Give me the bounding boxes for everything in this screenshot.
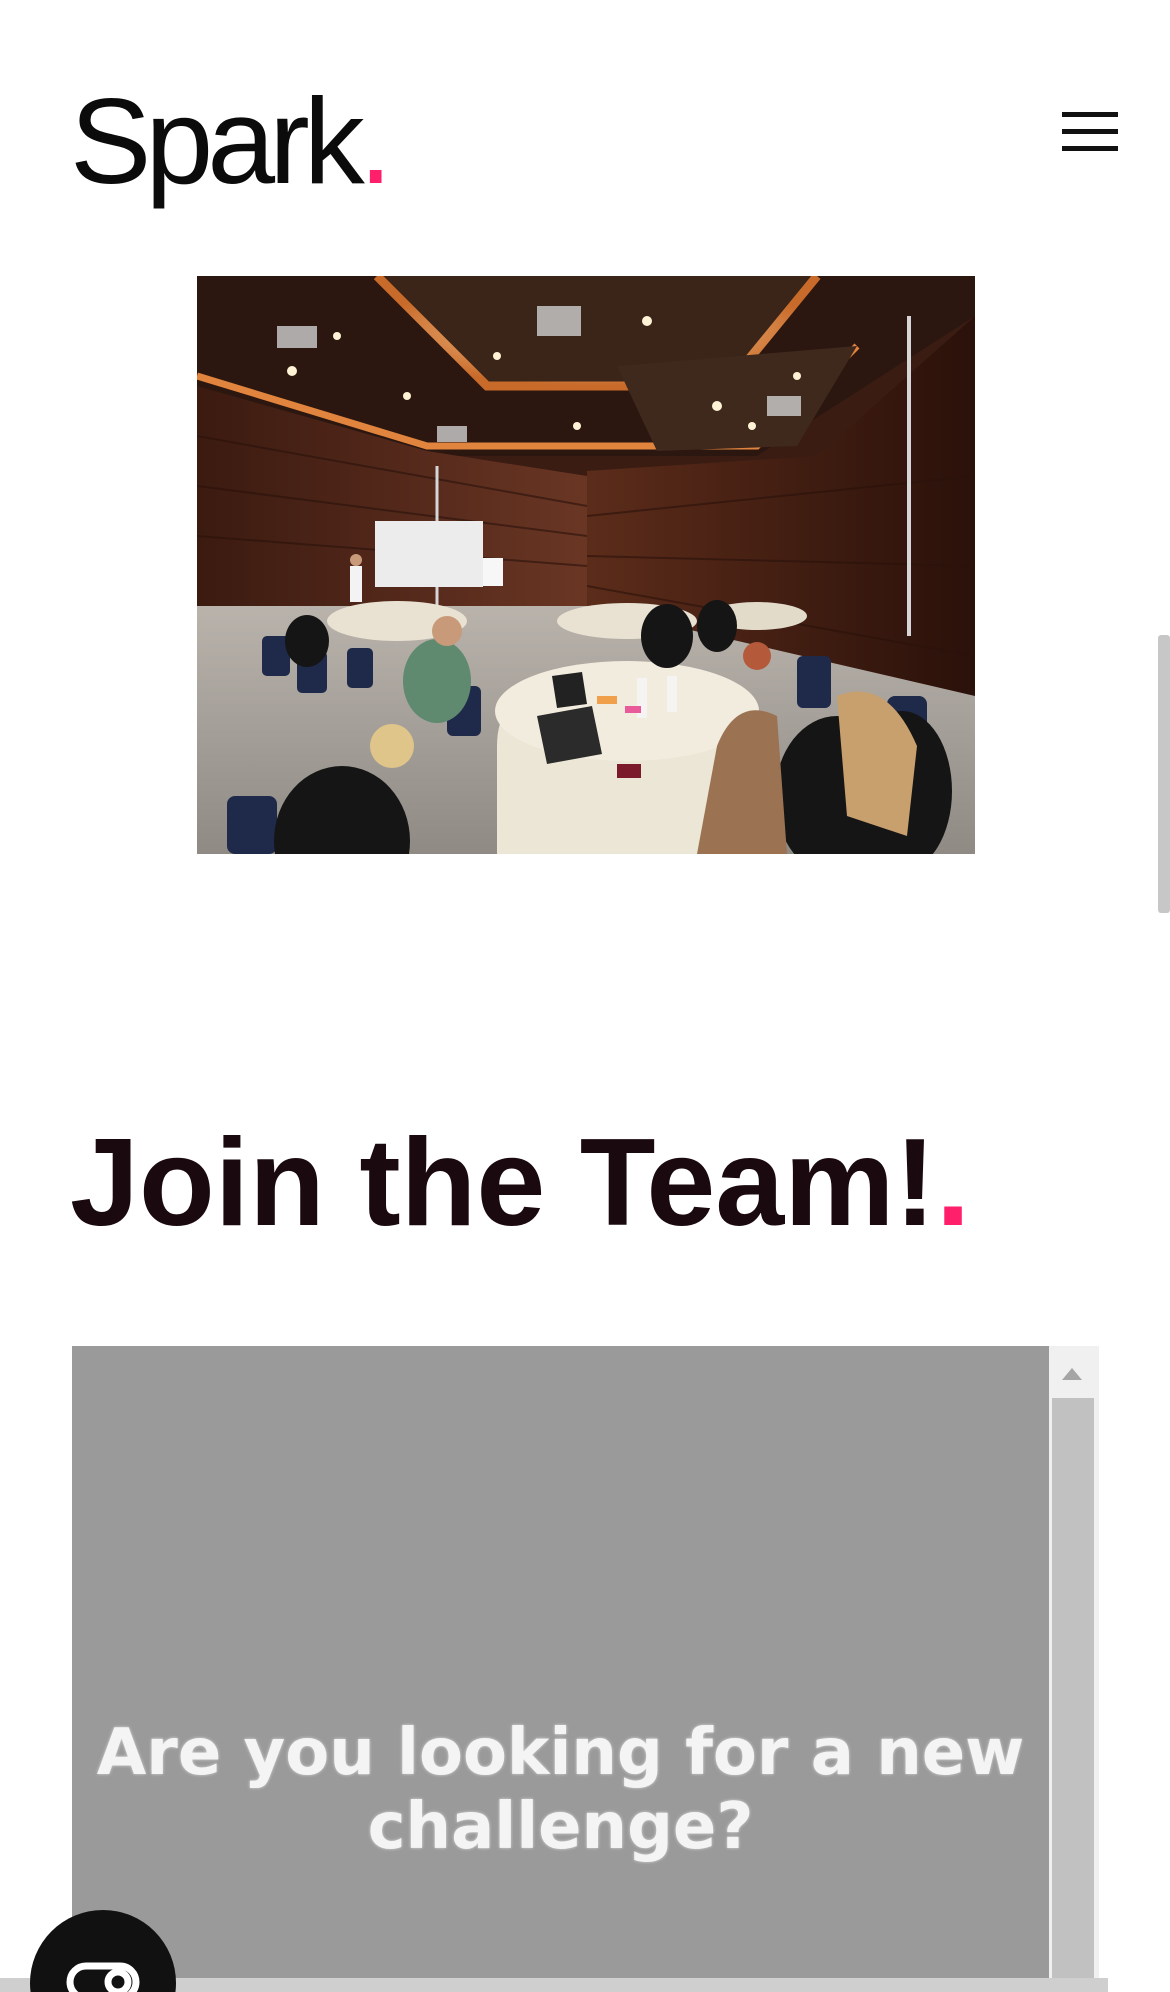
page-scrollbar[interactable] — [1158, 635, 1170, 913]
page: Spark. Join the Team!. Are you looking f… — [0, 0, 1170, 1992]
hamburger-menu-icon[interactable] — [1062, 112, 1120, 154]
scroll-up-arrow-icon[interactable] — [1062, 1368, 1082, 1380]
team-event-photo — [197, 276, 975, 854]
embed-scrollbar-thumb[interactable] — [1052, 1398, 1094, 1992]
site-logo[interactable]: Spark. — [70, 52, 393, 202]
menu-line — [1062, 129, 1118, 134]
menu-line — [1062, 112, 1118, 117]
logo-text: Spark — [70, 73, 365, 209]
logo-dot: . — [358, 73, 393, 209]
title-text: Join the Team! — [70, 1114, 936, 1252]
embed-headline: Are you looking for a new challenge? — [96, 1716, 1025, 1864]
title-dot: . — [935, 1114, 971, 1252]
toggle-icon — [66, 1962, 140, 1992]
embed-content-area: Are you looking for a new challenge? — [72, 1346, 1049, 1992]
menu-line — [1062, 146, 1118, 151]
page-title: Join the Team!. — [70, 1118, 970, 1248]
embedded-careers-frame[interactable]: Are you looking for a new challenge? — [72, 1346, 1099, 1992]
